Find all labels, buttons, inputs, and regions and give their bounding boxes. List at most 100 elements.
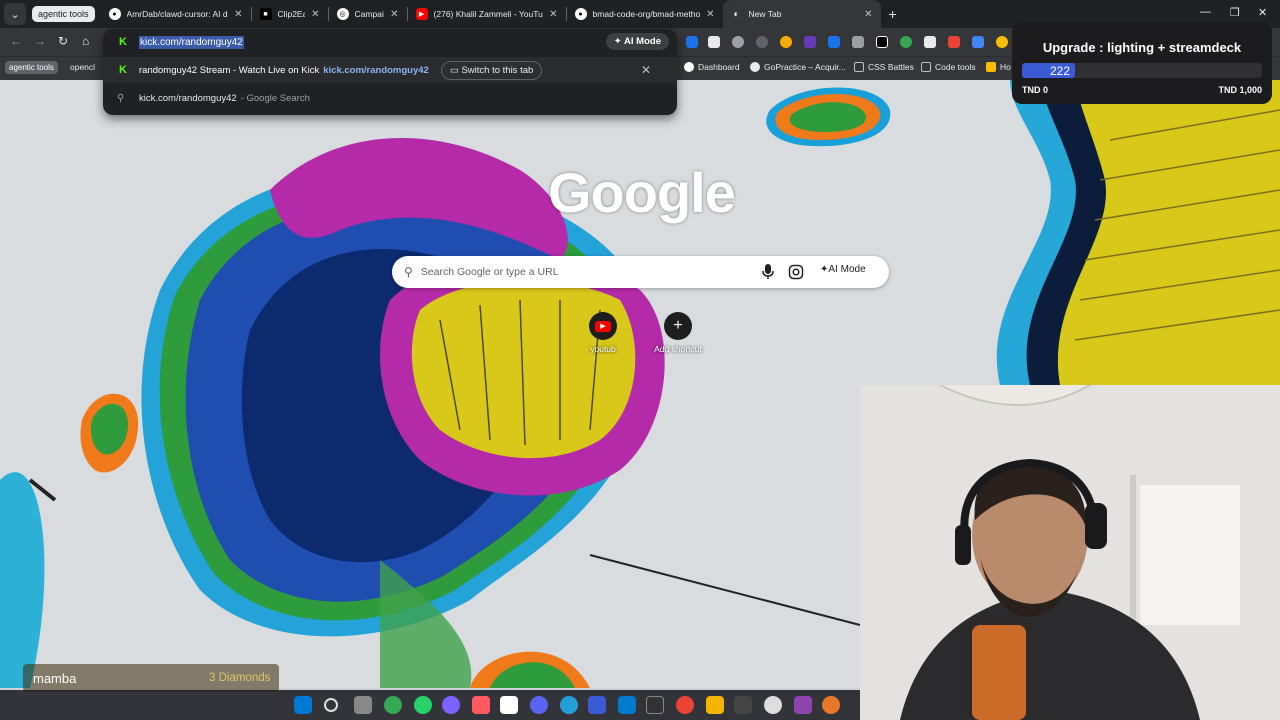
search-icon: ⚲ bbox=[404, 265, 413, 279]
bookmark-item[interactable]: Ho bbox=[986, 62, 1011, 72]
extension-icon[interactable] bbox=[900, 36, 912, 48]
ai-mode-button[interactable]: ✦ AI Mode bbox=[605, 33, 669, 50]
restore-icon[interactable]: ❐ bbox=[1230, 6, 1240, 19]
bookmark-item[interactable]: GoPractice – Acquir... bbox=[750, 62, 846, 72]
terminal-icon[interactable] bbox=[646, 696, 664, 714]
app-icon[interactable] bbox=[734, 696, 752, 714]
extension-icon[interactable] bbox=[756, 36, 768, 48]
bookmark-item[interactable]: opencl bbox=[70, 62, 95, 72]
bookmark-item[interactable]: Dashboard bbox=[684, 62, 740, 72]
goal-max-label: TND 1,000 bbox=[1218, 85, 1262, 95]
omnibox-dropdown: K kick.com/randomguy42 ✦ AI Mode K rando… bbox=[103, 29, 677, 115]
close-tab-icon[interactable]: ✕ bbox=[549, 9, 557, 20]
tab-item[interactable]: ● AmrDab/clawd-cursor: AI desk ✕ bbox=[101, 0, 251, 28]
tab-group-chip[interactable]: agentic tools bbox=[32, 6, 95, 22]
ai-mode-button[interactable]: ✦ AI Mode bbox=[820, 264, 866, 275]
google-search-box[interactable]: ⚲ ✦ AI Mode bbox=[392, 256, 889, 288]
copilot-icon[interactable] bbox=[442, 696, 460, 714]
kick-icon: K bbox=[119, 64, 127, 76]
kick-icon: K bbox=[119, 36, 127, 48]
extension-icon[interactable] bbox=[876, 36, 888, 48]
tab-item-active[interactable]: ◐ New Tab ✕ bbox=[722, 0, 881, 28]
campaign-icon: ◎ bbox=[336, 8, 349, 20]
vscode-icon[interactable] bbox=[618, 696, 636, 714]
close-tab-icon[interactable]: ✕ bbox=[234, 9, 242, 20]
reload-icon[interactable]: ↻ bbox=[58, 34, 68, 48]
notion-icon[interactable] bbox=[500, 696, 518, 714]
extension-icon[interactable] bbox=[972, 36, 984, 48]
windows-taskbar bbox=[0, 690, 860, 720]
youtube-icon: ▶ bbox=[595, 320, 611, 332]
bookmark-favicon-icon bbox=[986, 62, 996, 72]
extension-icon[interactable] bbox=[996, 36, 1008, 48]
github-icon bbox=[684, 62, 694, 72]
chrome-icon[interactable] bbox=[676, 696, 694, 714]
folder-icon bbox=[921, 62, 931, 72]
close-tab-icon[interactable]: ✕ bbox=[311, 9, 319, 20]
app-icon[interactable] bbox=[472, 696, 490, 714]
windows-start-icon[interactable] bbox=[294, 696, 312, 714]
diamonds-alert-widget: mamba 3 Diamonds bbox=[23, 664, 279, 692]
tab-item[interactable]: ● bmad-code-org/bmad-method ✕ bbox=[567, 0, 723, 28]
forward-icon[interactable]: → bbox=[34, 34, 46, 48]
extension-icon[interactable] bbox=[828, 36, 840, 48]
app-icon[interactable] bbox=[588, 696, 606, 714]
extension-icon[interactable] bbox=[708, 36, 720, 48]
shortcut-youtube[interactable]: ▶ youtub bbox=[573, 312, 633, 354]
extension-icon[interactable] bbox=[804, 36, 816, 48]
goal-current-value: 222 bbox=[1050, 64, 1071, 78]
bookmark-group-chip[interactable]: agentic tools bbox=[5, 61, 58, 74]
chrome-newtab-icon: ◐ bbox=[733, 8, 740, 20]
shortcut-add[interactable]: + Add shortcut bbox=[648, 312, 708, 354]
suggestion-row-google-search[interactable]: ⚲ kick.com/randomguy42 - Google Search bbox=[103, 85, 677, 111]
google-lens-icon[interactable] bbox=[788, 264, 804, 280]
folder-icon bbox=[854, 62, 864, 72]
search-input[interactable] bbox=[420, 266, 741, 278]
telegram-icon[interactable] bbox=[560, 696, 578, 714]
google-logo: Google bbox=[548, 161, 736, 224]
tab-item[interactable]: ■ Clip2Earn ✕ bbox=[252, 0, 328, 28]
microphone-icon[interactable] bbox=[762, 264, 774, 280]
discord-icon[interactable] bbox=[530, 696, 548, 714]
task-view-icon[interactable] bbox=[354, 696, 372, 714]
close-tab-icon[interactable]: ✕ bbox=[706, 9, 714, 20]
extension-icon[interactable] bbox=[732, 36, 744, 48]
whatsapp-icon[interactable] bbox=[414, 696, 432, 714]
folder-icon[interactable] bbox=[706, 696, 724, 714]
address-input[interactable]: kick.com/randomguy42 bbox=[139, 35, 244, 49]
home-icon[interactable]: ⌂ bbox=[82, 34, 89, 48]
ai-sparkle-icon: ✦ bbox=[820, 264, 829, 275]
close-tab-icon[interactable]: ✕ bbox=[390, 9, 398, 20]
switch-to-tab-button[interactable]: ▭ Switch to this tab bbox=[440, 60, 543, 80]
bookmark-item[interactable]: Code tools bbox=[921, 62, 976, 72]
github-icon: ● bbox=[108, 8, 121, 20]
tab-item[interactable]: ◎ Campaign ✕ bbox=[329, 0, 407, 28]
diamonds-count: 3 Diamonds bbox=[209, 672, 271, 684]
extension-icon[interactable] bbox=[948, 36, 960, 48]
extension-icon[interactable] bbox=[780, 36, 792, 48]
clip2earn-icon: ■ bbox=[259, 8, 272, 20]
app-icon[interactable] bbox=[384, 696, 402, 714]
tab-item[interactable]: ▶ (276) Khalil Zammeli - YouTube ✕ bbox=[408, 0, 566, 28]
address-bar[interactable]: K kick.com/randomguy42 ✦ AI Mode bbox=[103, 29, 677, 55]
upgrade-goal-widget: Upgrade : lighting + streamdeck 222 TND … bbox=[1012, 22, 1272, 104]
back-icon[interactable]: ← bbox=[10, 34, 22, 48]
tab-search-button[interactable]: ⌄ bbox=[4, 3, 26, 25]
close-tab-icon[interactable]: ✕ bbox=[864, 9, 872, 20]
app-icon[interactable] bbox=[764, 696, 782, 714]
app-icon[interactable] bbox=[794, 696, 812, 714]
new-tab-button[interactable]: + bbox=[889, 6, 897, 22]
minimize-icon[interactable]: — bbox=[1200, 6, 1211, 18]
search-icon[interactable] bbox=[324, 698, 338, 712]
extension-icon[interactable] bbox=[924, 36, 936, 48]
suggestion-row-kick[interactable]: K randomguy42 Stream - Watch Live on Kic… bbox=[103, 57, 677, 83]
close-window-icon[interactable]: ✕ bbox=[1258, 6, 1267, 19]
extension-icon[interactable] bbox=[852, 36, 864, 48]
extension-icon[interactable] bbox=[686, 36, 698, 48]
remove-suggestion-icon[interactable]: ✕ bbox=[641, 63, 651, 77]
bookmark-item[interactable]: CSS Battles bbox=[854, 62, 914, 72]
tab-icon: ▭ bbox=[449, 64, 462, 76]
ai-sparkle-icon: ✦ bbox=[613, 36, 625, 47]
claude-icon[interactable] bbox=[822, 696, 840, 714]
webcam-feed bbox=[860, 385, 1280, 720]
